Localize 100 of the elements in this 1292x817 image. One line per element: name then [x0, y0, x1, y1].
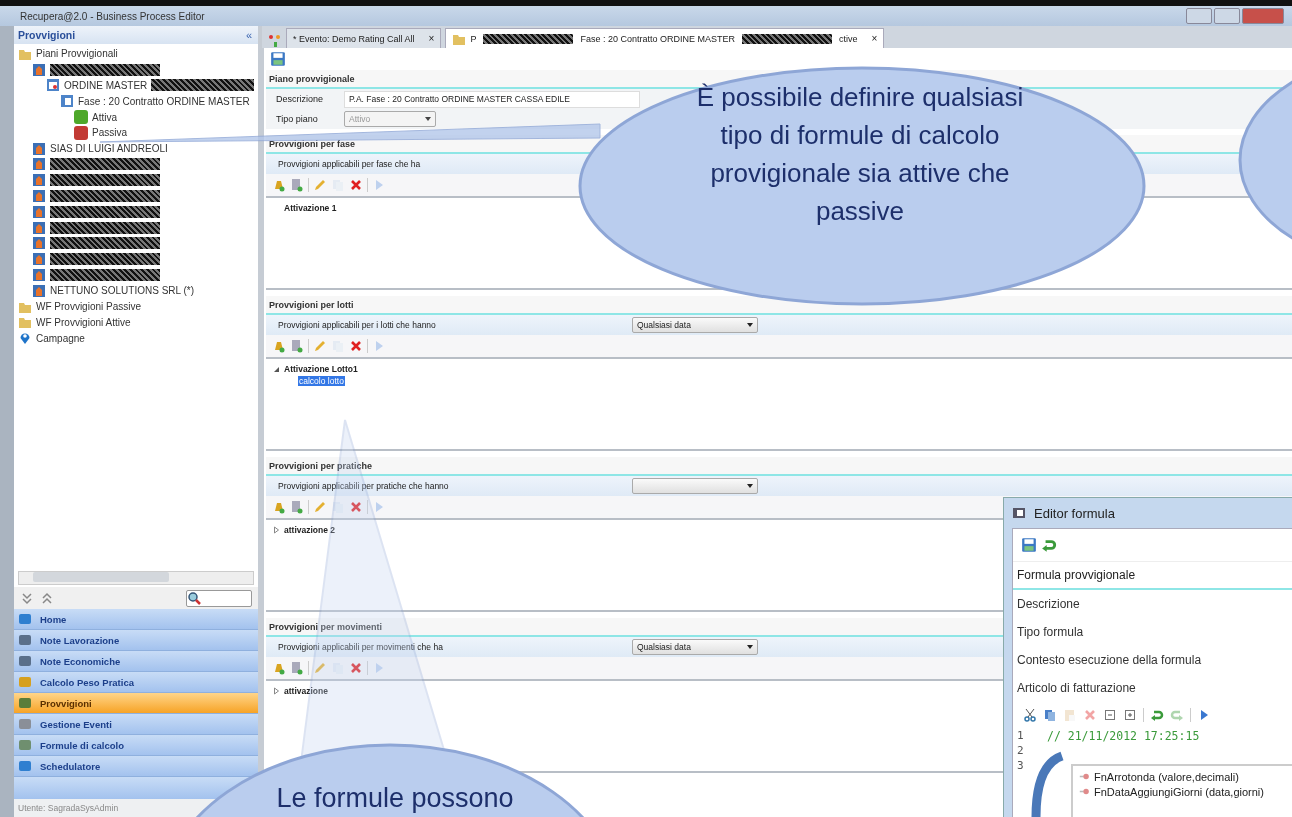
pencil-icon[interactable]	[313, 661, 327, 675]
tree-item[interactable]: Attivazione 1	[284, 203, 337, 213]
code-editor[interactable]: 1 // 21/11/2012 17:25:15 2 3 FnArrotonda (valore,decimali) FnDataAggiungiGiorni (data,giorni)	[1013, 728, 1292, 817]
document-add-icon[interactable]	[290, 178, 304, 192]
building-icon	[32, 220, 46, 235]
document-add-icon[interactable]	[290, 500, 304, 514]
caret-icon	[747, 323, 753, 327]
window-title: Recupera@2.0 - Business Process Editor	[20, 10, 205, 22]
filter-label: Provvigioni applicabili per movimenti che ha	[278, 642, 443, 652]
document-add-icon[interactable]	[290, 339, 304, 353]
bell-add-icon[interactable]	[272, 178, 286, 192]
filter-label: Provvigioni applicabili per fase che ha	[278, 159, 421, 169]
field-label: Tipo formula	[1016, 624, 1085, 641]
description-field[interactable]: P.A. Fase : 20 Contratto ORDINE MASTER CASSA EDILE	[344, 90, 640, 108]
nav-item[interactable]: Provvigioni	[14, 693, 258, 714]
collapse-icon[interactable]	[1103, 708, 1117, 722]
bell-add-icon[interactable]	[272, 500, 286, 514]
expand-all-icon[interactable]	[20, 591, 34, 605]
bell-add-icon[interactable]	[272, 339, 286, 353]
pencil-icon[interactable]	[313, 339, 327, 353]
nav-item[interactable]: Gestione Eventi	[14, 714, 258, 735]
document-tab[interactable]: * Evento: Demo Rating Call All ×	[286, 28, 442, 48]
delete-icon[interactable]	[349, 661, 363, 675]
maximize-button[interactable]	[1214, 8, 1240, 24]
tree-item[interactable]: Attiva	[92, 111, 117, 123]
window-icon	[1012, 506, 1026, 520]
close-tab-button[interactable]: ×	[871, 33, 878, 44]
tree-item[interactable]: calcolo lotto	[298, 376, 345, 386]
line-number: 2	[1017, 744, 1025, 757]
building-icon	[32, 283, 46, 298]
save-icon[interactable]	[270, 51, 286, 67]
filter-label: Provvigioni applicabili per pratiche che hanno	[278, 481, 449, 491]
tree-item[interactable]: NETTUNO SOLUTIONS SRL (*)	[50, 285, 195, 297]
section-title: Formula provvigionale	[1013, 562, 1292, 590]
building-icon	[32, 252, 46, 267]
function-icon	[1079, 771, 1090, 782]
building-icon	[32, 268, 46, 283]
scissors-icon[interactable]	[1023, 708, 1037, 722]
copy-icon[interactable]	[1043, 708, 1057, 722]
undo-icon[interactable]	[1150, 708, 1164, 722]
section-title: Provvigioni per fase	[269, 138, 356, 149]
save-icon[interactable]	[1021, 537, 1037, 553]
date-dropdown[interactable]: Qualsiasi data	[632, 317, 758, 333]
delete-icon[interactable]	[349, 339, 363, 353]
nav-item[interactable]: Home	[14, 609, 258, 630]
section-title: Provvigioni per pratiche	[269, 460, 373, 471]
document-icon	[46, 78, 60, 93]
location-pin-icon	[18, 331, 32, 346]
tree-item[interactable]: ORDINE MASTER	[64, 80, 148, 91]
document-add-icon[interactable]	[290, 661, 304, 675]
collapse-button[interactable]: «	[243, 29, 254, 41]
nav-icon	[18, 633, 32, 647]
tree-item[interactable]: Fase : 20 Contratto ORDINE MASTER	[78, 95, 250, 107]
tree-item[interactable]: Attivazione Lotto1	[284, 364, 358, 374]
expand-arrow-icon[interactable]	[272, 687, 280, 695]
search-icon	[187, 591, 201, 605]
tab-label: P	[470, 33, 477, 44]
completion-item[interactable]: FnArrotonda (valore,decimali)	[1094, 770, 1239, 783]
search-field[interactable]	[186, 589, 252, 607]
delete-icon[interactable]	[349, 500, 363, 514]
expand-icon[interactable]	[1123, 708, 1137, 722]
bell-add-icon[interactable]	[272, 661, 286, 675]
delete-icon[interactable]	[349, 178, 363, 192]
nav-icon	[18, 675, 32, 689]
tree-item[interactable]: Piani Provvigionali	[36, 48, 118, 60]
tree-item[interactable]: attivazione 2	[284, 525, 336, 535]
tree-item[interactable]: Passiva	[92, 127, 127, 139]
tree-item[interactable]: Campagne	[36, 332, 85, 344]
field-label: Descrizione	[1016, 596, 1081, 613]
collapse-all-icon[interactable]	[40, 591, 54, 605]
collapse-arrow-icon[interactable]	[272, 365, 280, 373]
pencil-icon[interactable]	[313, 178, 327, 192]
tree-item[interactable]: attivazione	[284, 686, 328, 696]
tree-item[interactable]: SIAS DI LUIGI ANDREOLI	[50, 143, 168, 155]
building-icon	[32, 141, 46, 156]
building-icon	[32, 62, 46, 77]
document-tab[interactable]: P Fase : 20 Contratto ORDINE MASTER ctive ×	[445, 28, 885, 48]
tree-item[interactable]: WF Provvigioni Passive	[36, 301, 142, 313]
nav-item[interactable]: Formule di calcolo	[14, 735, 258, 756]
date-dropdown[interactable]: Qualsiasi data	[632, 639, 758, 655]
completion-item[interactable]: FnDataAggiungiGiorni (data,giorni)	[1094, 785, 1264, 798]
nav-item[interactable]: Calcolo Peso Pratica	[14, 672, 258, 693]
line-number: 3	[1017, 759, 1025, 772]
tree-item[interactable]: WF Provvigioni Attive	[36, 316, 131, 328]
nav-item[interactable]: Note Economiche	[14, 651, 258, 672]
pencil-icon[interactable]	[313, 500, 327, 514]
expand-arrow-icon[interactable]	[272, 526, 280, 534]
undo-icon[interactable]	[1041, 537, 1057, 553]
close-tab-button[interactable]: ×	[428, 33, 435, 44]
redo-icon[interactable]	[1170, 708, 1184, 722]
line-number: 1	[1017, 729, 1025, 742]
date-dropdown[interactable]	[632, 478, 758, 494]
horizontal-scrollbar[interactable]	[18, 571, 254, 585]
nav-item[interactable]: Note Lavorazione	[14, 630, 258, 651]
nav-icon	[18, 759, 32, 773]
nav-icon	[18, 738, 32, 752]
nav-item[interactable]: Schedulatore	[14, 756, 258, 777]
field-label: Descrizione	[276, 94, 325, 104]
minimize-button[interactable]	[1186, 8, 1212, 24]
building-icon	[32, 157, 46, 172]
